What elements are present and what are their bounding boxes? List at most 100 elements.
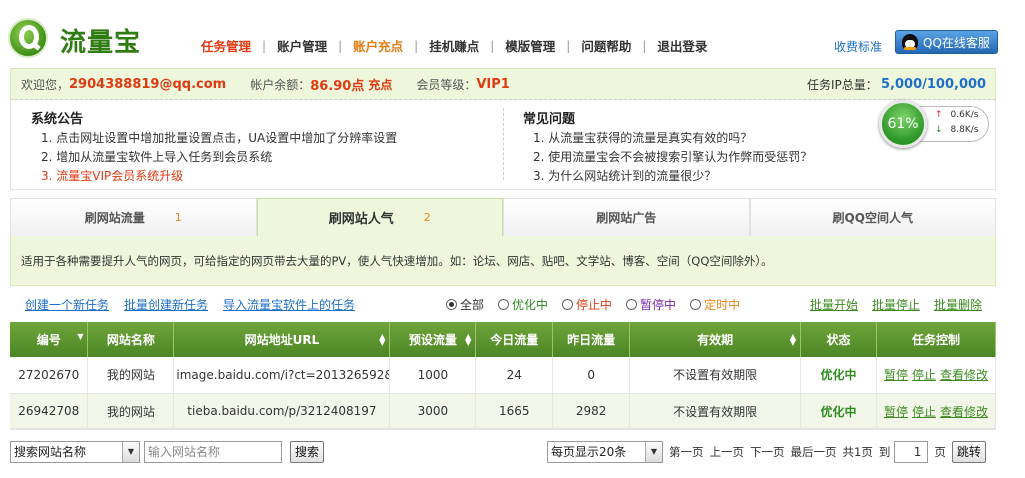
- tab-site-traffic[interactable]: 刷网站流量 1: [10, 198, 257, 236]
- cell-status: 优化中: [800, 393, 877, 430]
- search-input[interactable]: 输入网站名称: [144, 440, 282, 463]
- faq-item[interactable]: 3. 为什么网站统计到的流量很少？: [523, 167, 812, 186]
- import-tasks-link[interactable]: 导入流量宝软件上的任务: [223, 296, 355, 313]
- page-size-select[interactable]: 每页显示20条 ▼: [547, 440, 663, 463]
- announcement-item[interactable]: 1. 点击网址设置中增加批量设置点击，UA设置中增加了分辨率设置: [31, 129, 397, 148]
- search-button[interactable]: 搜索: [290, 440, 325, 463]
- sort-icon[interactable]: ▲ ▼: [465, 333, 471, 347]
- bottom-bar: 搜索网站名称 ▼ 输入网站名称 搜索 每页显示20条 ▼ 第一页 上一页 下一页…: [10, 428, 996, 474]
- prev-page-link[interactable]: 上一页: [710, 444, 745, 460]
- bulk-delete-link[interactable]: 批量删除: [934, 296, 982, 313]
- search-button-label: 搜索: [295, 445, 320, 459]
- level-value: VIP1: [476, 76, 510, 92]
- pricing-link[interactable]: 收费标准: [834, 38, 882, 55]
- brand-name[interactable]: 流量宝: [60, 22, 141, 59]
- cell-controls: 暂停 停止 查看修改: [876, 393, 997, 430]
- col-header-id[interactable]: 编号 ▼: [10, 322, 89, 357]
- table-row: 26942708 我的网站 tieba.baidu.com/p/32124081…: [10, 393, 997, 430]
- sort-icon[interactable]: ▲ ▼: [790, 333, 796, 347]
- pause-link[interactable]: 暂停: [884, 405, 908, 419]
- page-unit-label: 页: [934, 444, 946, 459]
- filter-stopped[interactable]: 停止中: [562, 296, 612, 313]
- filter-all[interactable]: 全部: [446, 296, 484, 313]
- nav-help[interactable]: 问题帮助: [570, 36, 642, 55]
- sort-icon[interactable]: ▲ ▼: [379, 333, 385, 347]
- nav-logout[interactable]: 退出登录: [646, 36, 718, 55]
- last-page-link[interactable]: 最后一页: [791, 444, 837, 460]
- notice-panel: 系统公告 1. 点击网址设置中增加批量设置点击，UA设置中增加了分辨率设置 2.…: [10, 100, 996, 190]
- upload-speed-row: ↑ 0.6K/s: [935, 110, 978, 120]
- bulk-stop-link[interactable]: 批量停止: [872, 296, 920, 313]
- tab-number: 2: [423, 211, 431, 224]
- jump-button[interactable]: 跳转: [951, 440, 986, 463]
- col-header-url[interactable]: 网站地址URL ▲ ▼: [173, 322, 391, 357]
- cell-validity: 不设置有效期限: [629, 393, 801, 430]
- download-arrow-icon: ↓: [935, 125, 943, 135]
- sort-desc-icon[interactable]: ▼: [77, 333, 83, 341]
- tab-site-ads[interactable]: 刷网站广告: [503, 198, 750, 236]
- balance-value: 86.90点: [310, 78, 365, 94]
- stop-link[interactable]: 停止: [912, 405, 936, 419]
- bulk-start-link[interactable]: 批量开始: [810, 296, 858, 313]
- page-number-value: 1: [913, 444, 922, 459]
- radio-icon[interactable]: [446, 298, 457, 310]
- batch-create-link[interactable]: 批量创建新任务: [124, 296, 208, 313]
- nav-task-manage[interactable]: 任务管理: [190, 36, 262, 55]
- search-placeholder: 输入网站名称: [148, 445, 221, 459]
- download-speed: 8.8K/s: [950, 125, 979, 135]
- search-field-select[interactable]: 搜索网站名称 ▼: [10, 440, 140, 463]
- filter-label: 优化中: [512, 297, 549, 312]
- edit-link[interactable]: 查看修改: [940, 405, 988, 419]
- announcement-item[interactable]: 3. 流量宝VIP会员系统升级: [31, 167, 397, 186]
- nav-template-manage[interactable]: 模版管理: [494, 36, 566, 55]
- faq-title: 常见问题: [523, 112, 576, 127]
- chevron-down-icon[interactable]: ▼: [645, 441, 662, 462]
- radio-icon[interactable]: [626, 298, 638, 310]
- header-label: 网站名称: [106, 333, 155, 347]
- faq-item[interactable]: 1. 从流量宝获得的流量是真实有效的吗？: [523, 129, 812, 148]
- filter-scheduled[interactable]: 定时中: [690, 296, 740, 313]
- tab-label: 刷网站流量: [84, 211, 145, 225]
- announcement-item[interactable]: 2. 增加从流量宝软件上导入任务到会员系统: [31, 148, 397, 167]
- radio-icon[interactable]: [562, 298, 574, 310]
- usage-percent: 61%: [879, 100, 927, 148]
- total-pages: 共1页: [842, 444, 873, 459]
- tab-qzone-popularity[interactable]: 刷QQ空间人气: [749, 198, 996, 236]
- filter-paused[interactable]: 暂停中: [626, 296, 676, 313]
- first-page-link[interactable]: 第一页: [669, 444, 704, 460]
- page-number-input[interactable]: 1: [894, 440, 929, 463]
- header-label: 预设流量: [408, 333, 457, 347]
- col-header-name: 网站名称: [87, 322, 175, 357]
- cell-status: 优化中: [800, 357, 877, 394]
- nav-earn-points[interactable]: 挂机赚点: [418, 36, 490, 55]
- tab-label: 刷网站广告: [596, 211, 657, 225]
- faq-item[interactable]: 2. 使用流量宝会不会被搜索引擎认为作弊而受惩罚？: [523, 148, 812, 167]
- col-header-preset[interactable]: 预设流量 ▲ ▼: [389, 322, 477, 357]
- jump-button-label: 跳转: [956, 445, 981, 459]
- task-type-tabs: 刷网站流量 1 刷网站人气 2 刷网站广告 刷QQ空间人气: [10, 198, 996, 236]
- header-label: 昨日流量: [567, 333, 616, 347]
- pause-link[interactable]: 暂停: [884, 368, 908, 382]
- qq-service-button[interactable]: QQ在线客服: [895, 30, 998, 54]
- create-task-link[interactable]: 创建一个新任务: [25, 296, 109, 313]
- tab-site-popularity[interactable]: 刷网站人气 2: [256, 198, 503, 236]
- header: 流量宝 任务管理 | 账户管理 | 账户充点 | 挂机赚点 | 模版管理 | 问…: [0, 0, 1025, 66]
- logo-icon[interactable]: [8, 18, 48, 58]
- col-header-validity[interactable]: 有效期 ▲ ▼: [629, 322, 801, 357]
- bulk-actions: 批量开始 批量停止 批量删除: [796, 296, 982, 313]
- download-speed-row: ↓ 8.8K/s: [935, 125, 978, 135]
- stop-link[interactable]: 停止: [912, 368, 936, 382]
- radio-icon[interactable]: [498, 298, 510, 310]
- header-label: 有效期: [697, 333, 734, 347]
- ip-total-label: 任务IP总量：: [807, 77, 878, 92]
- recharge-link[interactable]: 充点: [368, 76, 392, 93]
- edit-link[interactable]: 查看修改: [940, 368, 988, 382]
- system-announcements: 系统公告 1. 点击网址设置中增加批量设置点击，UA设置中增加了分辨率设置 2.…: [31, 108, 397, 186]
- filter-optimizing[interactable]: 优化中: [498, 296, 548, 313]
- nav-recharge[interactable]: 账户充点: [342, 36, 414, 55]
- nav-account-manage[interactable]: 账户管理: [266, 36, 338, 55]
- next-page-link[interactable]: 下一页: [750, 444, 785, 460]
- radio-icon[interactable]: [690, 298, 702, 310]
- cell-preset: 3000: [389, 393, 477, 430]
- chevron-down-icon[interactable]: ▼: [122, 441, 139, 462]
